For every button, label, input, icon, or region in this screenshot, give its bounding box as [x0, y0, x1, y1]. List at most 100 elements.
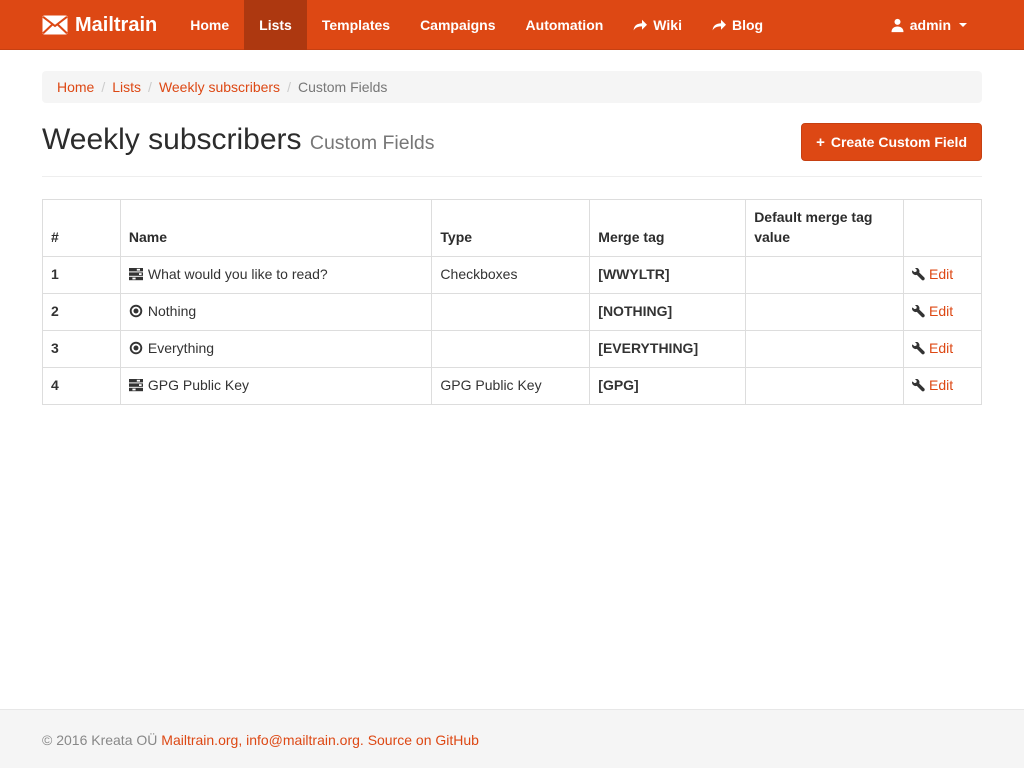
nav-label: Home — [190, 17, 229, 33]
edit-label: Edit — [929, 377, 953, 393]
page-subtitle: Custom Fields — [310, 132, 435, 154]
user-name: admin — [910, 17, 951, 33]
column-header-merge-tag: Merge tag — [590, 200, 746, 257]
field-type-cell: Checkboxes — [432, 256, 590, 293]
field-name: What would you like to read? — [148, 266, 328, 282]
nav-link-lists[interactable]: Lists — [244, 0, 307, 50]
breadcrumb-link-home[interactable]: Home — [57, 79, 94, 95]
field-name-cell: GPG Public Key — [120, 367, 432, 404]
title-divider — [42, 176, 982, 177]
nav-item-templates: Templates — [307, 0, 405, 50]
nav-link-templates[interactable]: Templates — [307, 0, 405, 50]
edit-cell: Edit — [903, 367, 981, 404]
merge-tag-cell: [NOTHING] — [590, 293, 746, 330]
field-name: GPG Public Key — [148, 377, 249, 393]
field-type-cell — [432, 293, 590, 330]
nav-label: Blog — [732, 17, 763, 33]
field-name-cell: Everything — [120, 330, 432, 367]
edit-link[interactable]: Edit — [912, 340, 953, 356]
edit-link[interactable]: Edit — [912, 303, 953, 319]
footer-link-github[interactable]: Source on GitHub — [368, 732, 479, 748]
footer-link-email[interactable]: info@mailtrain.org — [246, 732, 360, 748]
default-merge-tag-value-cell — [746, 256, 904, 293]
user-menu-toggle[interactable]: admin — [875, 0, 982, 50]
row-index: 3 — [43, 330, 121, 367]
table-row: 2Nothing[NOTHING]Edit — [43, 293, 982, 330]
nav-link-automation[interactable]: Automation — [511, 0, 619, 50]
column-header-default-value: Default merge tag value — [746, 200, 904, 257]
tasks-icon — [129, 267, 143, 281]
edit-label: Edit — [929, 340, 953, 356]
merge-tag-cell: [EVERYTHING] — [590, 330, 746, 367]
edit-label: Edit — [929, 266, 953, 282]
nav-link-campaigns[interactable]: Campaigns — [405, 0, 510, 50]
top-navbar: Mailtrain Home Lists Templates Campaigns… — [0, 0, 1024, 50]
main-nav: Home Lists Templates Campaigns Automatio… — [175, 0, 778, 50]
column-header-index: # — [43, 200, 121, 257]
nav-link-wiki[interactable]: Wiki — [618, 0, 697, 50]
share-alt-icon — [712, 19, 726, 32]
column-header-actions — [903, 200, 981, 257]
wrench-icon — [912, 268, 925, 281]
field-type-cell: GPG Public Key — [432, 367, 590, 404]
breadcrumb-link-list-name[interactable]: Weekly subscribers — [159, 79, 280, 95]
copyright-text: © 2016 Kreata OÜ — [42, 732, 157, 748]
breadcrumb-separator: / — [280, 79, 298, 95]
field-name-cell: What would you like to read? — [120, 256, 432, 293]
footer-separator: , — [238, 732, 246, 748]
page-footer: © 2016 Kreata OÜ Mailtrain.org, info@mai… — [0, 709, 1024, 768]
share-alt-icon — [633, 19, 647, 32]
edit-link[interactable]: Edit — [912, 377, 953, 393]
plus-icon: + — [816, 135, 825, 150]
page-title-text: Weekly subscribers — [42, 123, 302, 156]
tasks-icon — [129, 378, 143, 392]
column-header-name: Name — [120, 200, 432, 257]
field-type-cell — [432, 330, 590, 367]
breadcrumb-item-home: Home — [57, 79, 94, 95]
merge-tag-cell: [WWYLTR] — [590, 256, 746, 293]
wrench-icon — [912, 305, 925, 318]
nav-label: Wiki — [653, 17, 682, 33]
nav-item-wiki: Wiki — [618, 0, 697, 50]
column-header-type: Type — [432, 200, 590, 257]
record-icon — [129, 341, 143, 355]
create-custom-field-button[interactable]: + Create Custom Field — [801, 123, 982, 161]
field-name-cell: Nothing — [120, 293, 432, 330]
table-header-row: # Name Type Merge tag Default merge tag … — [43, 200, 982, 257]
record-icon — [129, 304, 143, 318]
create-button-label: Create Custom Field — [831, 132, 967, 152]
breadcrumb-separator: / — [94, 79, 112, 95]
breadcrumb-item-lists: Lists — [112, 79, 141, 95]
nav-link-blog[interactable]: Blog — [697, 0, 778, 50]
merge-tag-cell: [GPG] — [590, 367, 746, 404]
nav-item-campaigns: Campaigns — [405, 0, 510, 50]
nav-item-lists: Lists — [244, 0, 307, 50]
field-name: Everything — [148, 340, 214, 356]
breadcrumb-link-lists[interactable]: Lists — [112, 79, 141, 95]
wrench-icon — [912, 379, 925, 392]
nav-label: Lists — [259, 17, 292, 33]
nav-link-home[interactable]: Home — [175, 0, 244, 50]
nav-label: Campaigns — [420, 17, 495, 33]
main-content: Home / Lists / Weekly subscribers / Cust… — [27, 50, 997, 709]
default-merge-tag-value-cell — [746, 330, 904, 367]
table-row: 4GPG Public KeyGPG Public Key[GPG]Edit — [43, 367, 982, 404]
nav-item-blog: Blog — [697, 0, 778, 50]
nav-label: Templates — [322, 17, 390, 33]
brand-label: Mailtrain — [75, 14, 157, 37]
footer-link-mailtrain[interactable]: Mailtrain.org — [161, 732, 238, 748]
breadcrumb: Home / Lists / Weekly subscribers / Cust… — [42, 71, 982, 103]
caret-down-icon — [959, 23, 967, 27]
nav-item-home: Home — [175, 0, 244, 50]
edit-cell: Edit — [903, 330, 981, 367]
table-row: 3 Everything [EVERYTHING] Edit — [43, 330, 982, 367]
row-index: 1 — [43, 256, 121, 293]
custom-fields-table: # Name Type Merge tag Default merge tag … — [42, 199, 982, 405]
default-merge-tag-value-cell — [746, 367, 904, 404]
page-title: Weekly subscribers Custom Fields — [42, 123, 435, 156]
table-body: 1What would you like to read?Checkboxes[… — [43, 256, 982, 404]
brand-logo[interactable]: Mailtrain — [42, 0, 175, 50]
edit-link[interactable]: Edit — [912, 266, 953, 282]
user-icon — [890, 18, 905, 33]
breadcrumb-separator: / — [141, 79, 159, 95]
